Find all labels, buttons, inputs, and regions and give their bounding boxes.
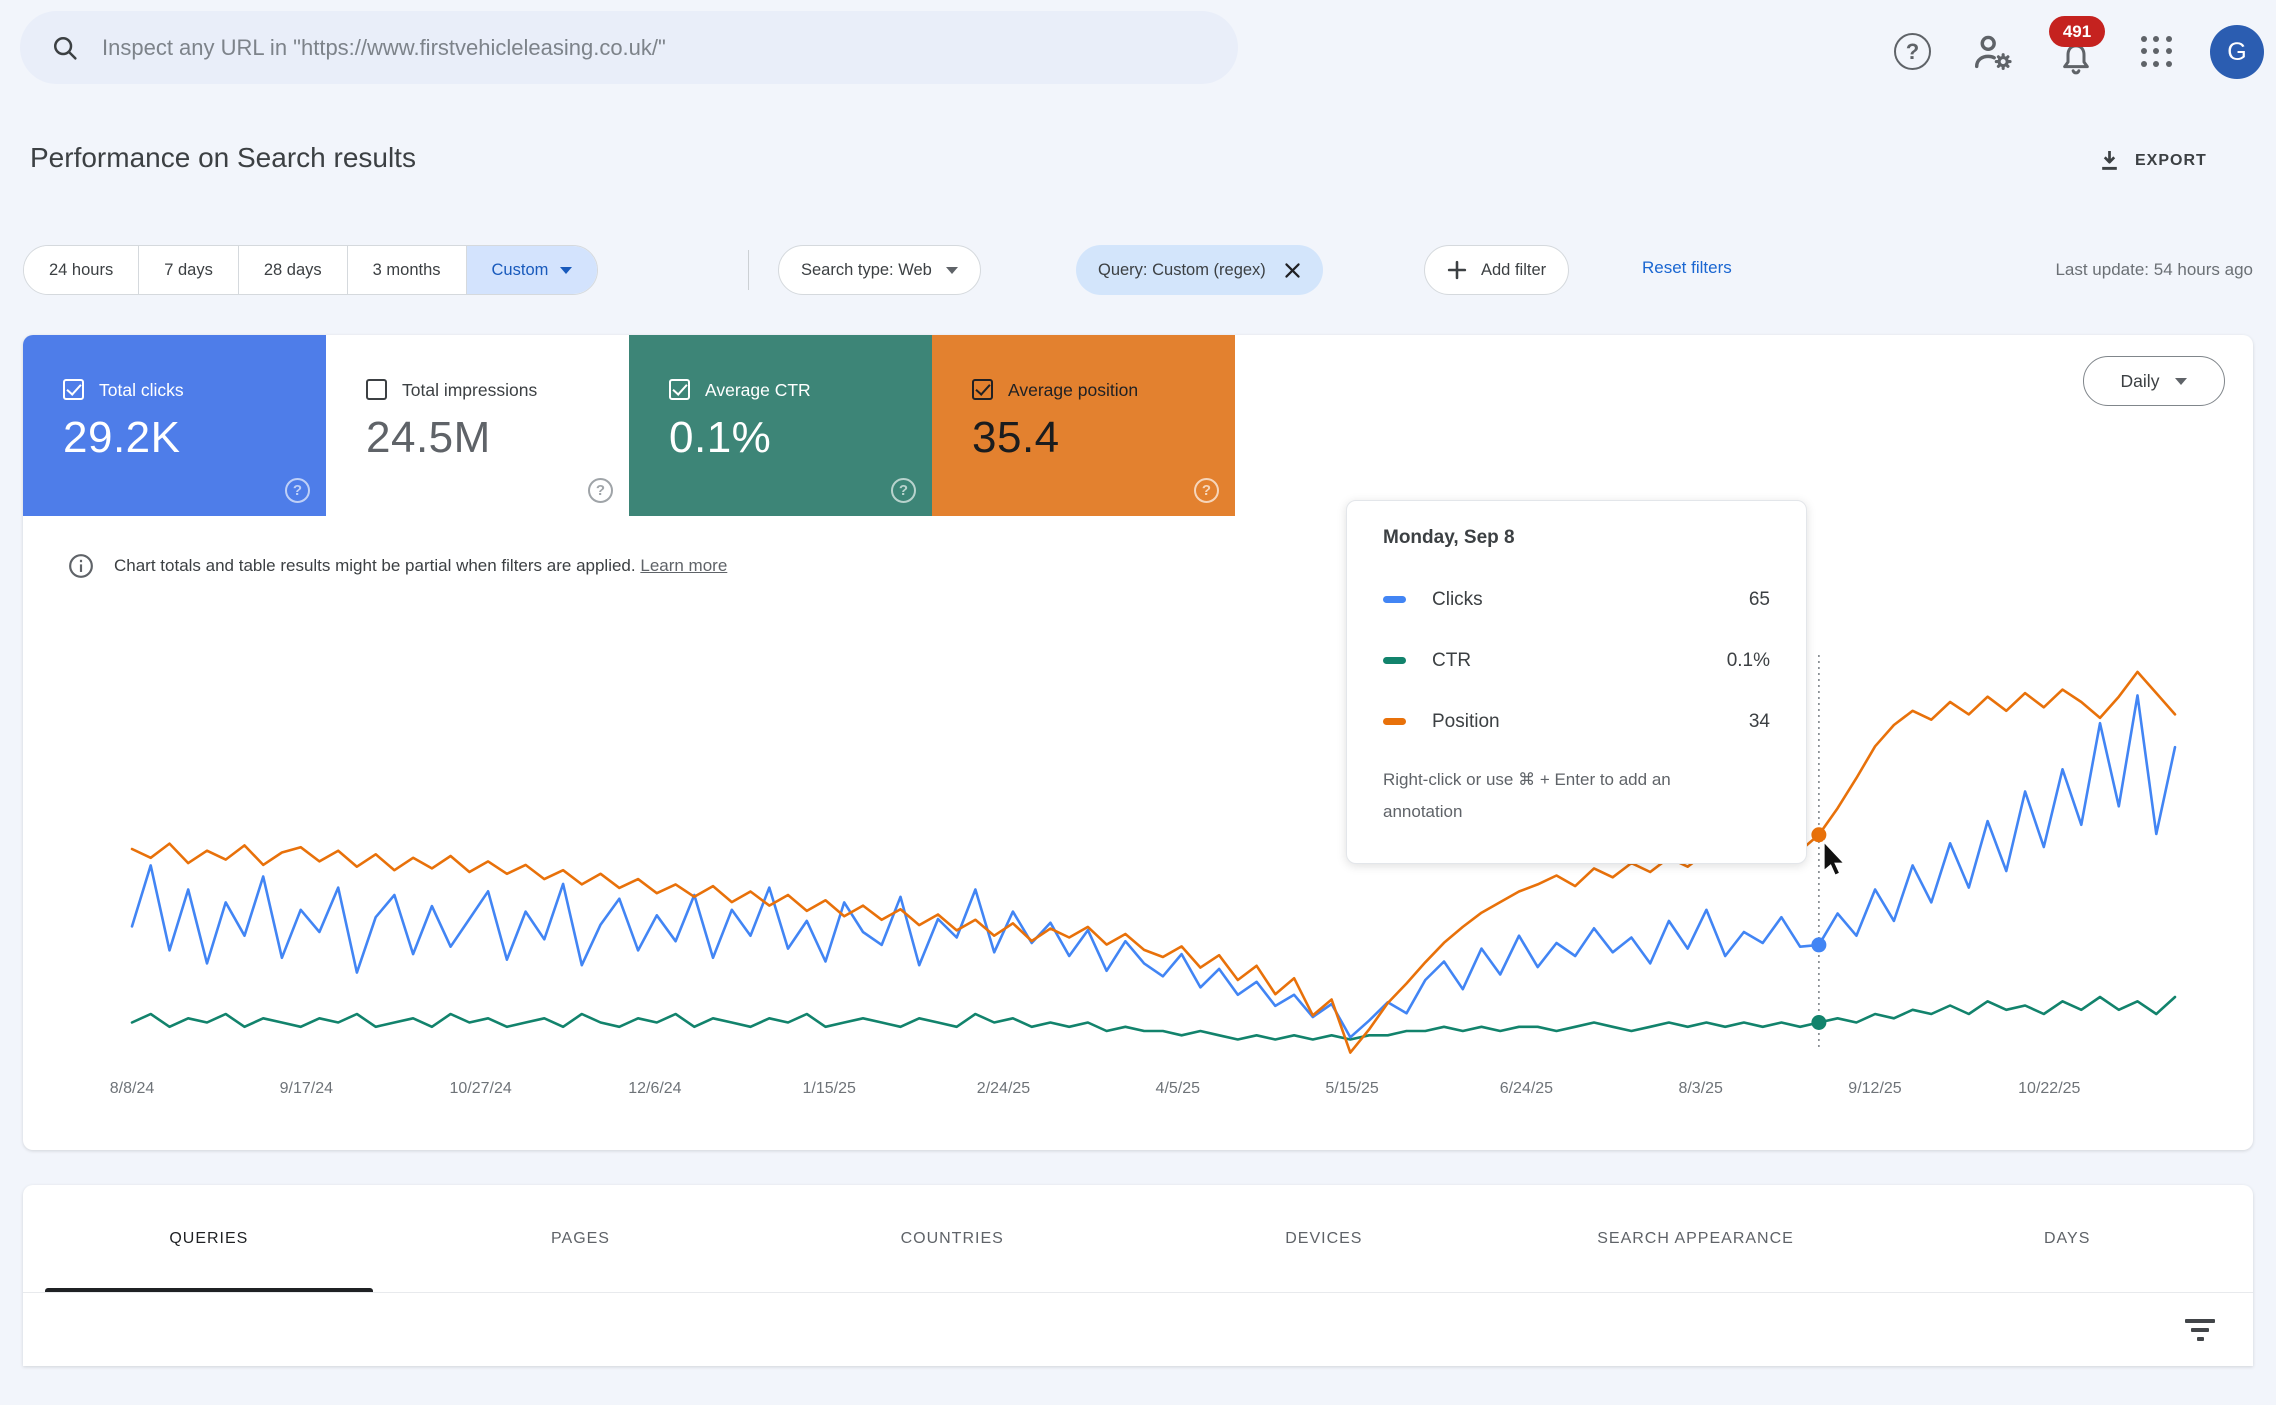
url-inspect-searchbar[interactable]: Inspect any URL in "https://www.firstveh…	[20, 11, 1238, 84]
granularity-dropdown[interactable]: Daily	[2083, 356, 2225, 406]
metric-help-icon[interactable]: ?	[285, 478, 310, 503]
metric-label: Total impressions	[402, 380, 538, 400]
annotation-hint: Right-click or use ⌘ + Enter to add an a…	[1383, 770, 1671, 821]
metric-card[interactable]: Average CTR 0.1% ?	[629, 335, 932, 516]
x-axis-label: 2/24/25	[976, 1080, 1031, 1097]
add-filter-button[interactable]: Add filter	[1424, 245, 1570, 295]
notice-text: Chart totals and table results might be …	[114, 556, 636, 575]
x-axis-label: 6/24/25	[1499, 1080, 1554, 1097]
partial-data-notice: Chart totals and table results might be …	[68, 553, 727, 579]
info-icon	[69, 554, 93, 578]
chevron-down-icon	[945, 266, 958, 274]
avatar[interactable]: G	[2210, 25, 2264, 79]
x-axis-label: 10/27/24	[449, 1080, 512, 1097]
date-range-7-days[interactable]: 7 days	[138, 246, 238, 294]
checkbox-icon	[366, 379, 387, 400]
metric-value: 29.2K	[63, 413, 181, 462]
reset-filters-link[interactable]: Reset filters	[1642, 258, 1732, 278]
plus-icon	[1447, 260, 1467, 280]
tooltip-date: Monday, Sep 8	[1383, 527, 1515, 548]
chevron-down-icon	[2175, 377, 2188, 385]
date-range-24-hours[interactable]: 24 hours	[24, 246, 139, 294]
position-legend-dash-icon	[1383, 718, 1406, 725]
user-settings-button[interactable]	[1970, 29, 2016, 75]
x-axis-label: 1/15/25	[802, 1080, 856, 1097]
metric-card[interactable]: Total impressions 24.5M ?	[326, 335, 629, 516]
search-icon	[53, 36, 77, 60]
date-range-3-months[interactable]: 3 months	[346, 246, 466, 294]
metric-label: Average position	[1008, 380, 1139, 400]
chart-tooltip: Monday, Sep 8 Clicks 65 CTR 0.1% Positio…	[1346, 500, 1807, 864]
date-range-28-days[interactable]: 28 days	[237, 246, 347, 294]
metric-value: 0.1%	[669, 413, 772, 462]
filter-divider	[748, 250, 749, 290]
tooltip-row: Position 34	[1383, 691, 1770, 752]
download-icon	[2102, 150, 2117, 170]
x-axis-label: 4/5/25	[1155, 1080, 1201, 1097]
x-axis-label: 5/15/25	[1325, 1080, 1379, 1097]
apps-grid-button[interactable]	[2141, 36, 2172, 67]
search-type-filter-chip[interactable]: Search type: Web	[778, 245, 981, 295]
metric-help-icon[interactable]: ?	[891, 478, 916, 503]
metric-value: 24.5M	[366, 413, 491, 462]
checkbox-icon	[669, 379, 690, 400]
tooltip-row: CTR 0.1%	[1383, 630, 1770, 691]
x-axis-label: 8/3/25	[1678, 1080, 1723, 1097]
x-axis-label: 8/8/24	[109, 1080, 155, 1097]
metric-help-icon[interactable]: ?	[1194, 478, 1219, 503]
last-update-text: Last update: 54 hours ago	[2055, 260, 2253, 279]
query-filter-chip[interactable]: Query: Custom (regex)	[1076, 245, 1323, 295]
date-range-custom[interactable]: Custom	[465, 246, 598, 294]
date-range-selector: 24 hours 7 days 28 days 3 months Custom	[23, 245, 599, 295]
checkbox-icon	[63, 379, 84, 400]
checkbox-icon	[972, 379, 993, 400]
metric-label: Total clicks	[99, 380, 184, 400]
metric-value: 35.4	[972, 413, 1060, 462]
metric-help-icon[interactable]: ?	[588, 478, 613, 503]
x-axis-label: 9/12/25	[1848, 1080, 1902, 1097]
chevron-down-icon	[560, 266, 573, 274]
user-gear-icon	[1974, 35, 2012, 71]
export-button[interactable]: EXPORT	[2096, 147, 2207, 174]
performance-chart-card: Total clicks 29.2K ? Total impressions 2…	[23, 335, 2253, 1150]
ctr-legend-dash-icon	[1383, 657, 1406, 664]
metric-card[interactable]: Total clicks 29.2K ?	[23, 335, 326, 516]
metric-label: Average CTR	[705, 380, 811, 400]
learn-more-link[interactable]: Learn more	[640, 556, 727, 575]
x-axis-label: 12/6/24	[628, 1080, 682, 1097]
search-placeholder: Inspect any URL in "https://www.firstveh…	[102, 34, 666, 60]
help-button[interactable]: ?	[1894, 33, 1931, 70]
x-axis-label: 9/17/24	[279, 1080, 333, 1097]
close-icon[interactable]	[1284, 262, 1301, 279]
metric-card[interactable]: Average position 35.4 ?	[932, 335, 1235, 516]
clicks-legend-dash-icon	[1383, 596, 1406, 603]
x-axis-label: 10/22/25	[2018, 1080, 2081, 1097]
x-axis-labels: 8/8/24 9/17/24 10/27/24 12/6/24 1/15/25 2/24/…	[0, 1080, 2276, 1108]
notification-count-badge: 491	[2049, 16, 2105, 47]
chart-plot-area[interactable]	[113, 955, 2253, 1405]
grid-dot-icon	[2141, 36, 2147, 42]
page-title: Performance on Search results	[30, 142, 416, 173]
tooltip-row: Clicks 65	[1383, 569, 1770, 630]
question-mark-icon: ?	[1905, 38, 1920, 64]
